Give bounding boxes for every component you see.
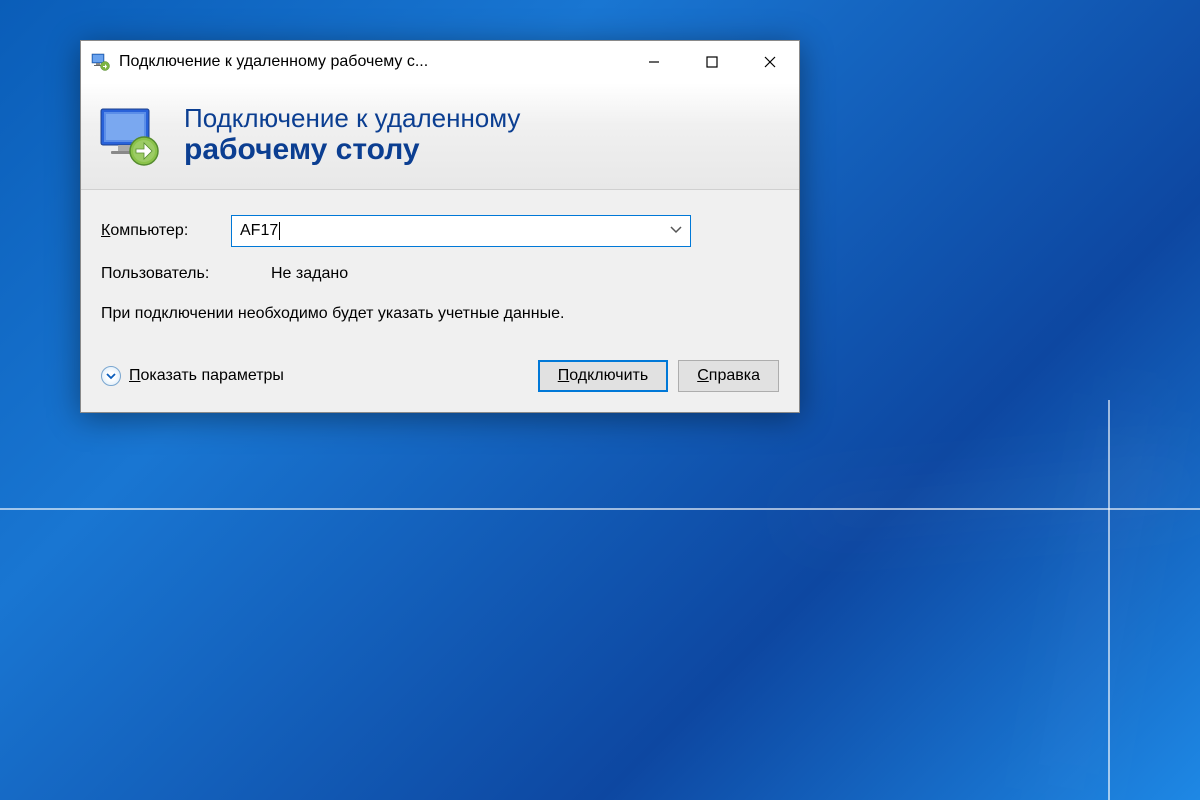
titlebar[interactable]: Подключение к удаленному рабочему с...	[81, 41, 799, 83]
desktop-bg-ray	[0, 508, 1200, 510]
rdp-monitor-icon	[96, 101, 166, 171]
desktop-bg-ray	[1062, 403, 1134, 797]
computer-combobox[interactable]: AF17	[231, 215, 691, 247]
window-title: Подключение к удаленному рабочему с...	[119, 53, 625, 71]
expand-down-icon	[101, 366, 121, 386]
rdp-window: Подключение к удаленному рабочему с...	[80, 40, 800, 413]
connect-button[interactable]: Подключить	[538, 360, 668, 392]
computer-row: Компьютер: AF17	[101, 215, 779, 247]
user-value: Не задано	[271, 265, 348, 283]
header-line1: Подключение к удаленному	[184, 104, 520, 133]
header-text: Подключение к удаленному рабочему столу	[184, 104, 520, 169]
computer-input[interactable]	[280, 222, 670, 240]
help-button[interactable]: Справка	[678, 360, 779, 392]
desktop-bg-ray	[1108, 400, 1110, 800]
header-line2: рабочему столу	[184, 132, 520, 168]
footer-row: Показать параметры Подключить Справка	[101, 360, 779, 392]
user-row: Пользователь: Не задано	[101, 265, 779, 283]
rdp-app-icon	[91, 52, 111, 72]
content-area: Компьютер: AF17 Пользователь: Не задано …	[81, 190, 799, 412]
show-options-label: Показать параметры	[129, 367, 284, 385]
chevron-down-icon[interactable]	[670, 225, 682, 237]
minimize-button[interactable]	[625, 41, 683, 83]
desktop-bg-ray	[801, 480, 1200, 518]
show-options-link[interactable]: Показать параметры	[101, 366, 528, 386]
maximize-button[interactable]	[683, 41, 741, 83]
computer-input-value: AF17	[240, 222, 278, 240]
user-label: Пользователь:	[101, 265, 271, 283]
header-banner: Подключение к удаленному рабочему столу	[81, 83, 799, 190]
computer-label: Компьютер:	[101, 222, 231, 240]
close-button[interactable]	[741, 41, 799, 83]
credentials-info: При подключении необходимо будет указать…	[101, 303, 779, 325]
